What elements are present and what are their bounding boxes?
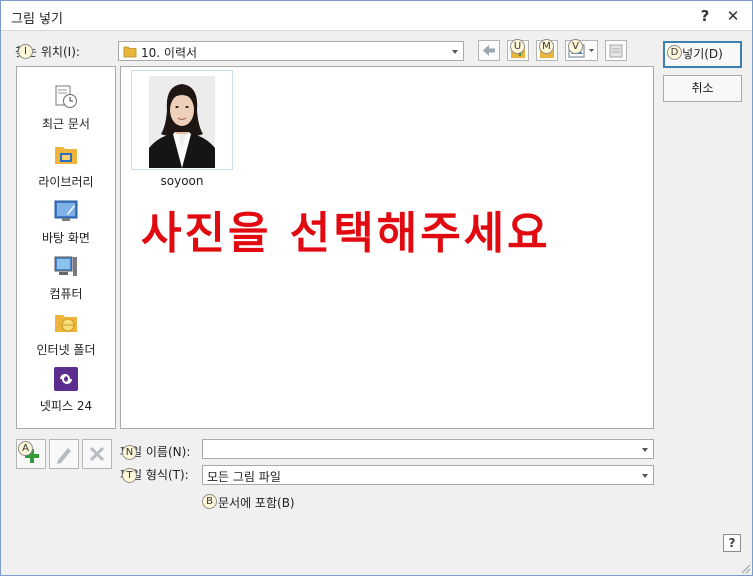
up-folder-hint-badge: U [510, 39, 525, 54]
title-bar: 그림 넣기 ? ✕ [1, 1, 752, 31]
desktop-icon [54, 200, 78, 221]
place-recent-documents[interactable]: 최근 문서 [17, 85, 115, 141]
insert-hint-badge: D [667, 45, 682, 60]
place-label: 인터넷 폴더 [36, 343, 96, 357]
dialog-title: 그림 넣기 [11, 12, 63, 27]
context-help-button[interactable]: ? [723, 534, 741, 552]
up-folder-button[interactable]: U [507, 39, 529, 61]
place-label: 라이브러리 [38, 175, 94, 189]
insert-button[interactable]: 넣기(D) D [663, 41, 742, 68]
place-label: 컴퓨터 [49, 287, 83, 301]
filename-input[interactable] [202, 439, 654, 459]
netffice-icon [54, 367, 78, 391]
view-menu-button[interactable]: V [565, 39, 598, 61]
chevron-down-icon [452, 50, 458, 54]
edit-place-button[interactable] [49, 439, 79, 469]
place-label: 넷피스 24 [39, 399, 93, 413]
insert-picture-dialog: 그림 넣기 ? ✕ 찾는 위치(I): I 10. 이력서 U M V 최근 문… [0, 0, 753, 576]
add-place-hint-badge: A [18, 441, 33, 456]
location-hint-badge: I [18, 44, 33, 59]
chevron-down-icon [642, 448, 648, 452]
place-desktop[interactable]: 바탕 화면 [17, 199, 115, 255]
portrait-photo [149, 76, 215, 168]
file-name-label: soyoon [160, 174, 204, 188]
place-internet-folder[interactable]: 인터넷 폴더 [17, 311, 115, 367]
location-value: 10. 이력서 [141, 46, 198, 60]
place-library[interactable]: 라이브러리 [17, 143, 115, 199]
filetype-value: 모든 그림 파일 [207, 470, 281, 484]
help-button[interactable]: ? [694, 5, 716, 27]
filetype-dropdown[interactable]: 모든 그림 파일 [202, 465, 654, 485]
back-button[interactable] [478, 40, 500, 61]
filetype-hint-badge: T [122, 468, 137, 483]
location-dropdown[interactable]: 10. 이력서 [118, 41, 464, 61]
place-label: 바탕 화면 [42, 231, 90, 245]
back-arrow-icon [483, 45, 495, 56]
internet-folder-icon [55, 315, 77, 332]
library-icon [55, 147, 77, 164]
places-bar: 최근 문서 라이브러리 바탕 화면 컴퓨터 인터넷 폴더 넷피스 24 [16, 66, 116, 429]
overlay-instruction-text: 사진을 선택해주세요 [141, 208, 551, 259]
place-computer[interactable]: 컴퓨터 [17, 255, 115, 311]
new-folder-button[interactable]: M [536, 39, 558, 61]
embed-label: 문서에 포함(B) [218, 496, 295, 510]
new-folder-hint-badge: M [539, 39, 554, 54]
pencil-icon [57, 448, 71, 464]
properties-icon [609, 44, 623, 58]
delete-x-icon [89, 446, 105, 462]
folder-icon [123, 46, 137, 58]
chevron-down-icon [642, 474, 648, 478]
properties-button[interactable] [605, 40, 627, 61]
computer-icon [54, 256, 77, 276]
cancel-button[interactable]: 취소 [663, 75, 742, 102]
close-button[interactable]: ✕ [722, 5, 744, 27]
delete-place-button[interactable] [82, 439, 112, 469]
view-menu-hint-badge: V [568, 39, 583, 54]
add-place-button[interactable]: A [16, 439, 46, 469]
resize-grip-icon[interactable] [739, 562, 751, 574]
insert-button-label: 넣기(D) [682, 47, 723, 61]
recent-documents-icon [55, 85, 77, 108]
place-label: 최근 문서 [42, 117, 90, 131]
file-list-pane: soyoon 사진을 선택해주세요 [120, 66, 654, 429]
embed-hint-badge: B [202, 494, 217, 509]
place-netffice[interactable]: 넷피스 24 [17, 367, 115, 423]
filename-hint-badge: N [122, 445, 137, 460]
file-thumbnail[interactable] [131, 70, 233, 170]
